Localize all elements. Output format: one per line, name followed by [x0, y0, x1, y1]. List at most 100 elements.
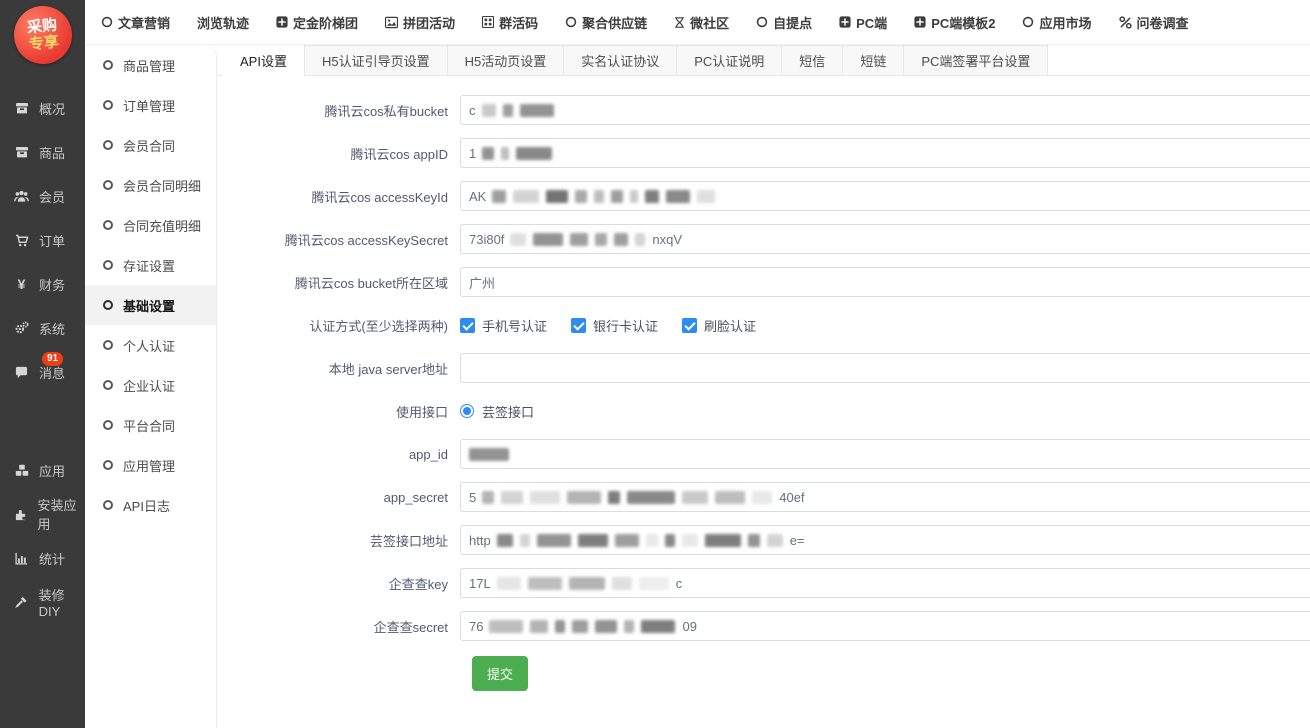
sidebar-item-1[interactable]: 概况: [0, 86, 85, 130]
tab-7[interactable]: 短链: [842, 45, 904, 76]
sidebar-item-10[interactable]: 统计: [0, 536, 85, 580]
topnav-item-2[interactable]: 浏览轨迹: [197, 13, 249, 32]
form-row: 腾讯云cos accessKeySecret73i80fnxqV: [217, 224, 1310, 254]
topnav-item-1[interactable]: 文章营销: [101, 13, 170, 32]
topnav-item-label: 浏览轨迹: [197, 13, 249, 32]
sidebar-item-11[interactable]: 装修DIY: [0, 580, 85, 624]
redacted-value-block: [697, 190, 715, 203]
redacted-value-block: [665, 534, 675, 547]
submenu-item-label: 企业认证: [123, 376, 175, 395]
topnav-item-9[interactable]: PC端: [839, 13, 887, 32]
redacted-value-block: [614, 233, 628, 246]
submenu-item-9[interactable]: 企业认证: [85, 365, 216, 405]
text-input[interactable]: 17Lc: [460, 568, 1310, 598]
submenu-item-label: 存证设置: [123, 256, 175, 275]
tab-2[interactable]: H5认证引导页设置: [304, 45, 448, 76]
yen-icon: ¥: [13, 276, 30, 292]
tab-4[interactable]: 实名认证协议: [563, 45, 677, 76]
topnav-item-label: PC端: [856, 13, 887, 32]
sidebar-item-4[interactable]: 订单: [0, 218, 85, 262]
redacted-value-block: [567, 491, 601, 504]
selected-radio-icon[interactable]: [460, 404, 474, 418]
tab-1[interactable]: API设置: [222, 45, 305, 76]
value-fragment: c: [676, 576, 683, 591]
circle-bullet-icon: [103, 60, 113, 70]
box-icon: [13, 101, 30, 115]
submenu-item-7[interactable]: 基础设置: [85, 285, 216, 325]
topnav-item-4[interactable]: 拼团活动: [385, 13, 455, 32]
text-input[interactable]: httpe=: [460, 525, 1310, 555]
topnav-item-7[interactable]: 微社区: [674, 13, 729, 32]
value-fragment: 广州: [469, 273, 495, 292]
submenu-item-3[interactable]: 会员合同: [85, 125, 216, 165]
topnav-item-5[interactable]: 群活码: [482, 13, 538, 32]
text-input[interactable]: 7609: [460, 611, 1310, 641]
submenu-item-2[interactable]: 订单管理: [85, 85, 216, 125]
topnav-item-label: 聚合供应链: [582, 13, 647, 32]
tab-6[interactable]: 短信: [781, 45, 843, 76]
redacted-value-block: [624, 620, 634, 633]
field-control: httpe=: [460, 525, 1310, 555]
form-row: 腾讯云cos appID1: [217, 138, 1310, 168]
topnav-item-label: 应用市场: [1039, 13, 1091, 32]
topnav-item-3[interactable]: 定金阶梯团: [276, 13, 358, 32]
form-row: 腾讯云cos bucket所在区域广州: [217, 267, 1310, 297]
submenu-item-11[interactable]: 应用管理: [85, 445, 216, 485]
redacted-value-block: [611, 190, 623, 203]
topnav-item-11[interactable]: 应用市场: [1022, 13, 1091, 32]
redacted-value-block: [645, 190, 659, 203]
topnav-item-8[interactable]: 自提点: [756, 13, 812, 32]
submit-button[interactable]: 提交: [472, 656, 528, 691]
field-control: 手机号认证 银行卡认证 刷脸认证: [460, 316, 756, 335]
radio-label: 芸签接口: [482, 402, 534, 421]
sidebar-item-label: 统计: [39, 549, 65, 568]
text-input[interactable]: 1: [460, 138, 1310, 168]
text-input[interactable]: AK: [460, 181, 1310, 211]
tab-8[interactable]: PC端签署平台设置: [903, 45, 1048, 76]
submenu-item-6[interactable]: 存证设置: [85, 245, 216, 285]
gears-icon: [13, 321, 30, 335]
text-input[interactable]: [460, 439, 1310, 469]
submenu-item-1[interactable]: 商品管理: [85, 45, 216, 85]
redacted-value-block: [715, 491, 745, 504]
tab-3[interactable]: H5活动页设置: [447, 45, 565, 76]
sidebar-item-8[interactable]: 应用: [0, 448, 85, 492]
brand-logo[interactable]: 采购 专享: [11, 3, 75, 67]
sidebar-item-2[interactable]: 商品: [0, 130, 85, 174]
checkbox-option-1[interactable]: 手机号认证: [460, 316, 547, 335]
topnav-item-12[interactable]: 问卷调查: [1119, 13, 1189, 32]
text-input[interactable]: c: [460, 95, 1310, 125]
sidebar-item-5[interactable]: ¥财务: [0, 262, 85, 306]
checked-checkbox-icon[interactable]: [682, 318, 697, 333]
sidebar-item-6[interactable]: 系统: [0, 306, 85, 350]
submenu-item-8[interactable]: 个人认证: [85, 325, 216, 365]
checked-checkbox-icon[interactable]: [571, 318, 586, 333]
checked-checkbox-icon[interactable]: [460, 318, 475, 333]
app-root: 采购 专享 概况商品会员订单¥财务系统消息91 应用安装应用统计装修DIY 文章营…: [0, 0, 1310, 728]
field-label: 使用接口: [217, 402, 460, 421]
topnav-item-label: 问卷调查: [1137, 13, 1189, 32]
topnav-item-label: 拼团活动: [403, 13, 455, 32]
sidebar-item-9[interactable]: 安装应用: [0, 492, 85, 536]
radio-option-1[interactable]: 芸签接口: [460, 402, 534, 421]
topnav-item-6[interactable]: 聚合供应链: [565, 13, 647, 32]
submenu-item-12[interactable]: API日志: [85, 485, 216, 525]
tab-5[interactable]: PC认证说明: [676, 45, 782, 76]
chat-icon: [13, 366, 30, 379]
topnav-item-10[interactable]: PC端模板2: [914, 13, 995, 32]
users-icon: [13, 189, 30, 203]
sidebar-item-3[interactable]: 会员: [0, 174, 85, 218]
submenu-item-10[interactable]: 平台合同: [85, 405, 216, 445]
submenu-item-4[interactable]: 会员合同明细: [85, 165, 216, 205]
text-input[interactable]: 73i80fnxqV: [460, 224, 1310, 254]
sidebar-item-label: 安装应用: [38, 495, 85, 533]
sidebar-item-label: 商品: [39, 143, 65, 162]
text-input[interactable]: [460, 353, 1310, 383]
checkbox-option-3[interactable]: 刷脸认证: [682, 316, 756, 335]
sidebar-item-7[interactable]: 消息91: [0, 350, 85, 394]
checkbox-option-2[interactable]: 银行卡认证: [571, 316, 658, 335]
topnav-item-label: 定金阶梯团: [293, 13, 358, 32]
text-input[interactable]: 540ef: [460, 482, 1310, 512]
text-input[interactable]: 广州: [460, 267, 1310, 297]
submenu-item-5[interactable]: 合同充值明细: [85, 205, 216, 245]
